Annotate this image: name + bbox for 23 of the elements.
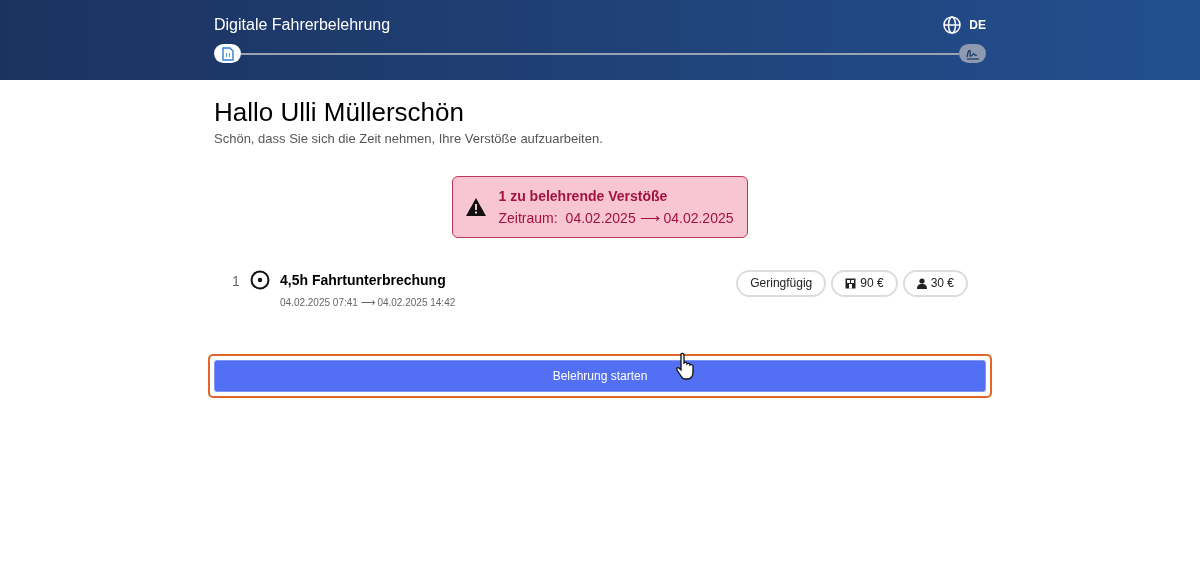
document-icon [221,46,234,61]
building-icon [845,277,857,289]
start-button[interactable]: Belehrung starten [214,359,986,392]
tag: Geringfügig [736,269,827,297]
tag: 30 € [902,269,968,297]
violation-title: 4,5h Fahrtunterbrechung [280,270,447,290]
period-value: 04.02.2025 ⟶ 04.02.2025 [565,208,734,228]
greeting-subtitle: Schön, dass Sie sich die Zeit nehmen, Ihre Verstöße aufzuarbeiten. [214,130,604,148]
globe-icon [943,16,962,34]
violation-number: 1 [232,271,241,291]
app-title: Digitale Fahrerbelehrung [214,15,391,35]
alert-title: 1 zu belehrende Verstöße [498,186,669,206]
pointer-cursor-icon [676,352,696,380]
person-icon [916,277,927,289]
violation-time: 04.02.2025 07:41 ⟶ 04.02.2025 14:42 [280,295,457,310]
tag: 90 € [831,269,898,297]
greeting-title: Hallo Ulli Müllerschön [214,96,465,128]
language-button[interactable]: DE [943,16,986,34]
target-icon [250,269,270,290]
period-label: Zeitraum: [498,208,558,228]
signature-icon [964,47,981,60]
warning-icon [466,197,487,216]
step-button[interactable] [214,44,241,63]
